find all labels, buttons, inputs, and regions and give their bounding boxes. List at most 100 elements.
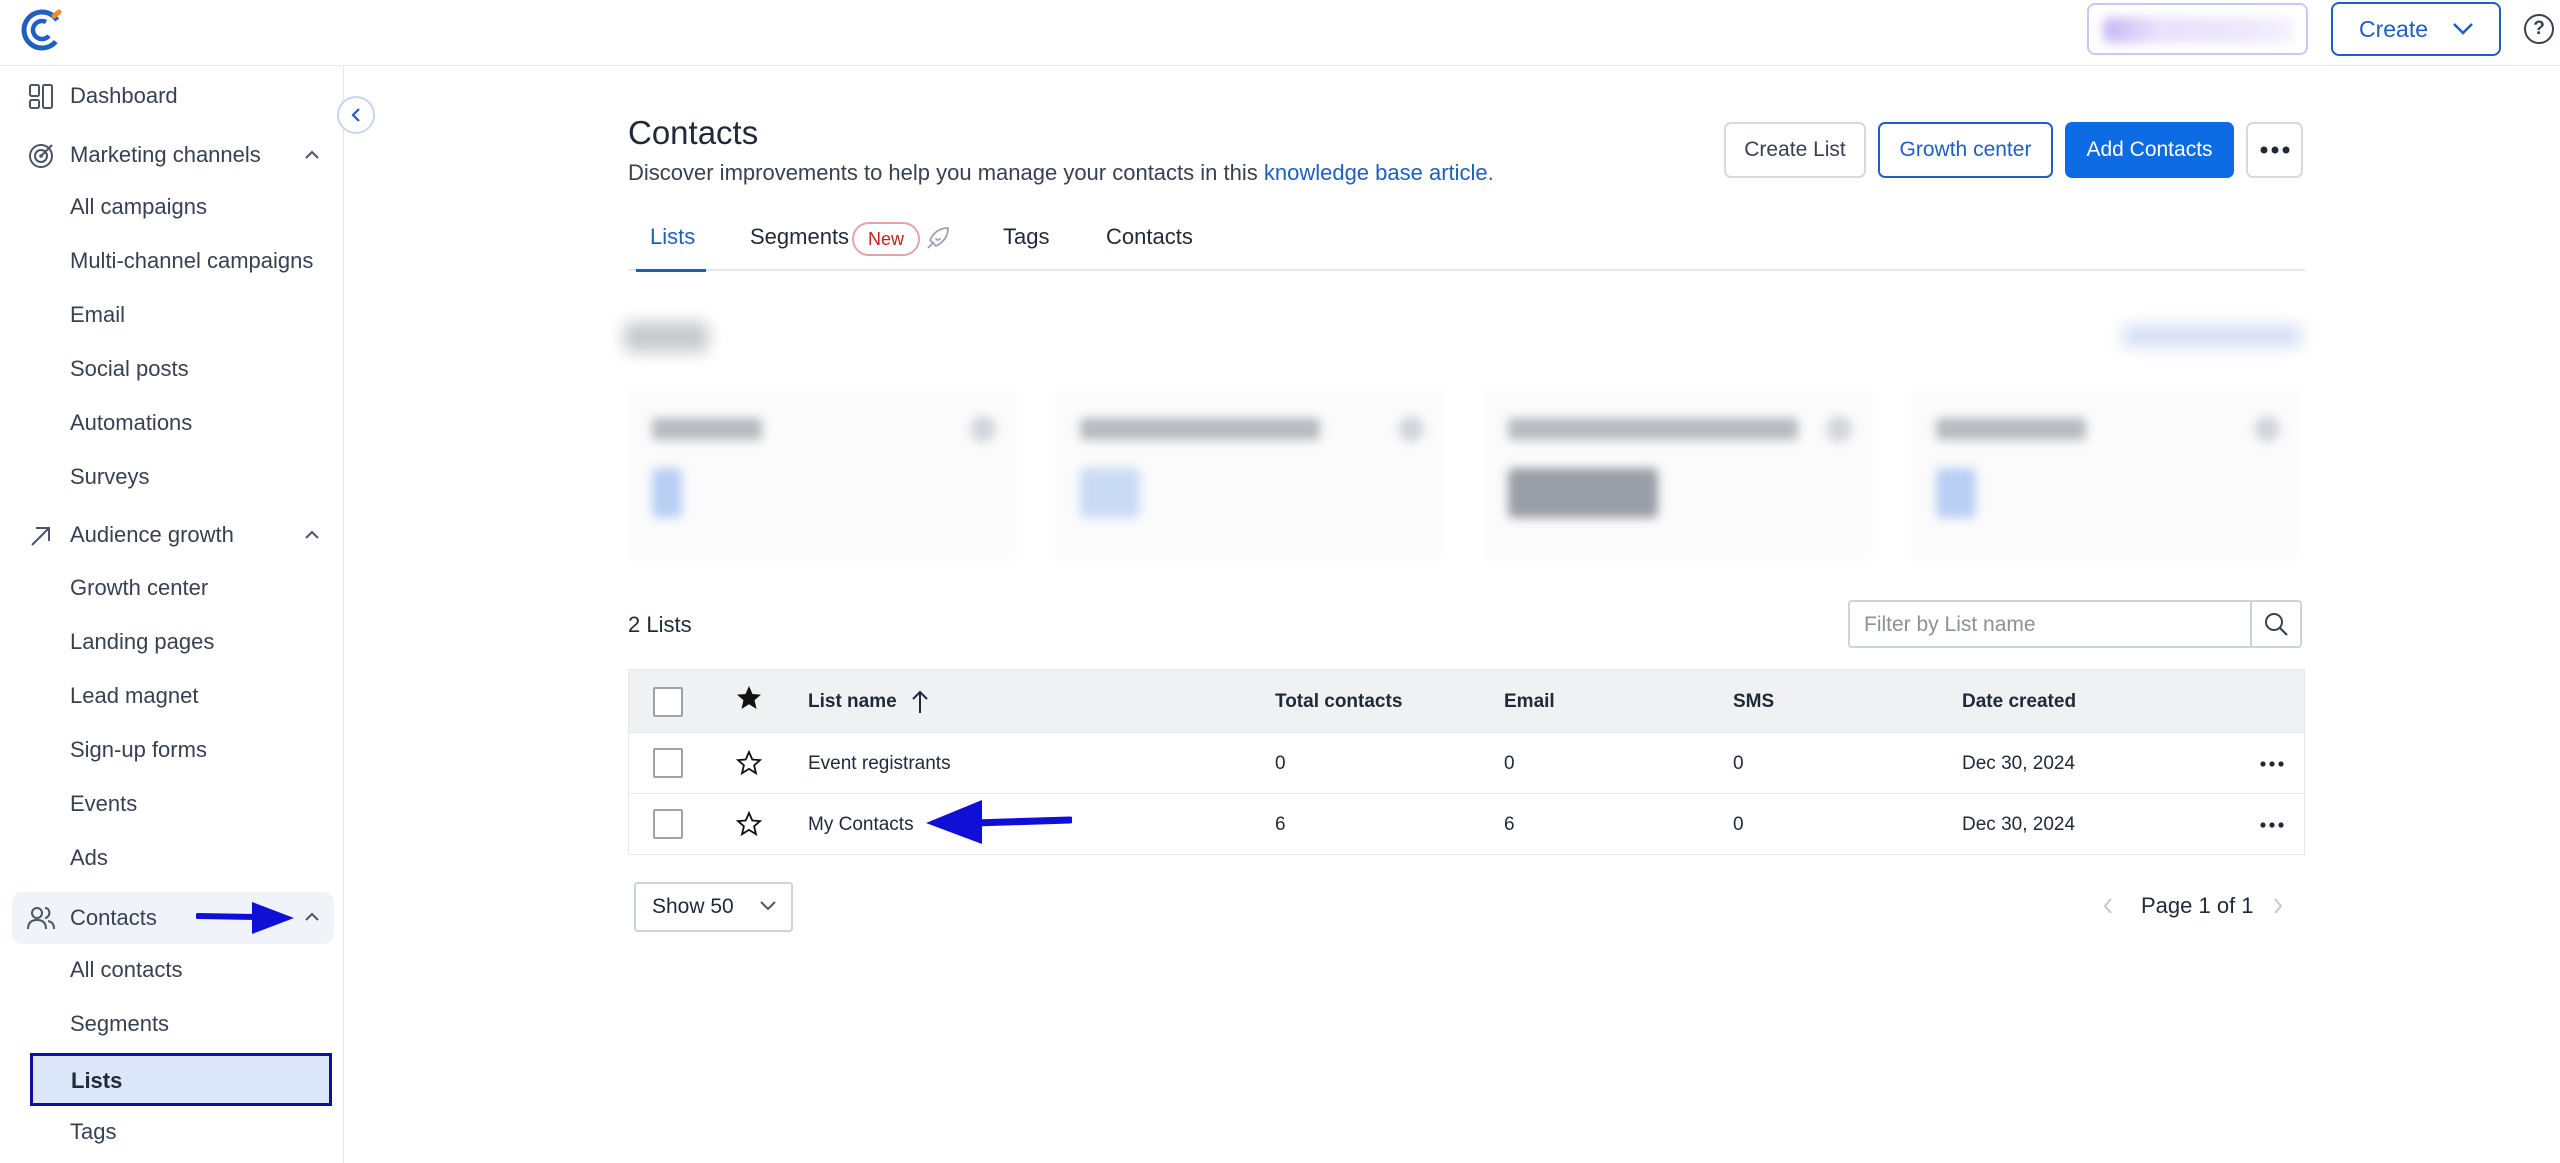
- people-icon: [27, 907, 55, 930]
- date-created-value: Dec 30, 2024: [1962, 753, 2076, 774]
- active-tab-indicator: [636, 269, 706, 272]
- email-value: 0: [1504, 753, 1515, 774]
- list-name-link[interactable]: My Contacts: [808, 814, 914, 836]
- star-outline-icon[interactable]: [735, 749, 763, 777]
- sms-value: 0: [1733, 753, 1744, 774]
- previous-page-icon[interactable]: [2100, 894, 2116, 918]
- help-icon[interactable]: ?: [2524, 14, 2554, 44]
- tab-lists[interactable]: Lists: [650, 224, 695, 271]
- more-horizontal-icon[interactable]: [2257, 810, 2287, 840]
- sidebar-item-surveys[interactable]: Surveys: [70, 464, 149, 490]
- more-horizontal-icon: [2260, 146, 2289, 154]
- sidebar-item-lead-magnet[interactable]: Lead magnet: [70, 683, 198, 709]
- page-subtitle-text: Discover improvements to help you manage…: [628, 160, 1264, 185]
- target-icon: [29, 144, 53, 168]
- column-header-total-contacts[interactable]: Total contacts: [1275, 691, 1402, 713]
- sidebar-item-sign-up-forms[interactable]: Sign-up forms: [70, 737, 207, 763]
- column-header-email[interactable]: Email: [1504, 691, 1555, 713]
- tab-segments[interactable]: Segments: [750, 224, 849, 271]
- sidebar-item-label: Contacts: [70, 905, 157, 930]
- sidebar-item-multi-channel-campaigns[interactable]: Multi-channel campaigns: [70, 248, 313, 274]
- sidebar-item-contacts[interactable]: Contacts: [12, 892, 334, 944]
- sidebar-item-tags[interactable]: Tags: [70, 1119, 116, 1145]
- list-name-link[interactable]: Event registrants: [808, 753, 951, 775]
- search-button[interactable]: [2250, 602, 2300, 646]
- stats-title-blurred: [624, 322, 708, 352]
- stats-link-blurred: [2122, 325, 2302, 347]
- sidebar-item-email[interactable]: Email: [70, 302, 125, 328]
- stat-card: [1484, 390, 1872, 560]
- sidebar: Dashboard Marketing channels All campaig…: [0, 66, 344, 1163]
- sidebar-item-label: Audience growth: [70, 522, 234, 547]
- sms-value: 0: [1733, 814, 1744, 835]
- sidebar-item-label: Marketing channels: [70, 142, 261, 167]
- list-name-filter: [1848, 600, 2302, 648]
- create-label: Create: [2359, 15, 2429, 42]
- total-contacts-value: 6: [1275, 814, 1286, 835]
- stat-card: [628, 390, 1016, 560]
- row-checkbox[interactable]: [653, 809, 683, 839]
- table-row[interactable]: My Contacts 6 6 0 Dec 30, 2024: [628, 794, 2305, 855]
- lists-table: List name Total contacts Email SMS Date …: [628, 669, 2305, 855]
- create-list-button[interactable]: Create List: [1724, 122, 1866, 178]
- sidebar-item-lists[interactable]: Lists: [30, 1053, 332, 1106]
- sidebar-item-growth-center[interactable]: Growth center: [70, 575, 208, 601]
- chevron-up-icon[interactable]: [302, 905, 322, 929]
- row-checkbox[interactable]: [653, 748, 683, 778]
- upgrade-button[interactable]: [2087, 3, 2308, 55]
- page-title: Contacts: [628, 114, 759, 151]
- sidebar-item-label: Dashboard: [70, 83, 178, 108]
- tab-contacts[interactable]: Contacts: [1106, 224, 1193, 271]
- arrow-up-right-icon: [31, 527, 50, 546]
- sidebar-item-automations[interactable]: Automations: [70, 410, 192, 436]
- sidebar-item-label: Lists: [71, 1068, 123, 1093]
- chevron-left-icon: [351, 108, 360, 122]
- page-size-select[interactable]: Show 50: [634, 882, 793, 932]
- search-icon: [2265, 613, 2288, 636]
- stat-card: [1912, 390, 2300, 560]
- select-all-checkbox[interactable]: [653, 687, 683, 717]
- tab-tags[interactable]: Tags: [1003, 224, 1049, 271]
- more-actions-button[interactable]: [2246, 122, 2303, 178]
- collapse-sidebar-button[interactable]: [337, 96, 375, 134]
- chevron-down-icon: [2453, 23, 2473, 35]
- knowledge-base-link[interactable]: knowledge base article.: [1264, 160, 1494, 185]
- column-header-list-name[interactable]: List name: [808, 691, 897, 713]
- sidebar-item-segments[interactable]: Segments: [70, 1011, 169, 1037]
- star-filled-icon[interactable]: [735, 684, 763, 712]
- create-button[interactable]: Create: [2331, 2, 2501, 56]
- page-subtitle: Discover improvements to help you manage…: [628, 160, 1494, 186]
- constant-contact-logo-icon[interactable]: [20, 8, 64, 52]
- sidebar-item-marketing-channels[interactable]: Marketing channels: [12, 130, 334, 180]
- lists-count: 2 Lists: [628, 612, 692, 637]
- sidebar-item-social-posts[interactable]: Social posts: [70, 356, 189, 382]
- sidebar-item-dashboard[interactable]: Dashboard: [12, 71, 334, 121]
- chevron-up-icon[interactable]: [302, 143, 322, 167]
- chevron-up-icon[interactable]: [302, 523, 322, 547]
- dashboard-icon: [29, 84, 53, 109]
- chevron-down-icon: [760, 901, 776, 911]
- more-horizontal-icon[interactable]: [2257, 749, 2287, 779]
- date-created-value: Dec 30, 2024: [1962, 814, 2076, 835]
- sidebar-item-all-contacts[interactable]: All contacts: [70, 957, 183, 983]
- sidebar-item-ads[interactable]: Ads: [70, 845, 108, 871]
- column-header-sms[interactable]: SMS: [1733, 691, 1774, 713]
- sidebar-item-all-campaigns[interactable]: All campaigns: [70, 194, 207, 220]
- filter-input[interactable]: [1864, 610, 2234, 640]
- total-contacts-value: 0: [1275, 753, 1286, 774]
- email-value: 6: [1504, 814, 1515, 835]
- top-bar: Create ?: [0, 0, 2560, 66]
- star-outline-icon[interactable]: [735, 810, 763, 838]
- sidebar-item-audience-growth[interactable]: Audience growth: [12, 510, 334, 560]
- page-indicator: Page 1 of 1: [2141, 893, 2254, 918]
- sidebar-item-landing-pages[interactable]: Landing pages: [70, 629, 214, 655]
- sidebar-item-events[interactable]: Events: [70, 791, 137, 817]
- column-header-date-created[interactable]: Date created: [1962, 691, 2076, 713]
- sort-ascending-icon[interactable]: [909, 689, 931, 715]
- table-row[interactable]: Event registrants 0 0 0 Dec 30, 2024: [628, 733, 2305, 794]
- next-page-icon[interactable]: [2270, 894, 2286, 918]
- stat-card: [1056, 390, 1444, 560]
- growth-center-button[interactable]: Growth center: [1878, 122, 2053, 178]
- page-size-label: Show 50: [652, 895, 734, 918]
- add-contacts-button[interactable]: Add Contacts: [2065, 122, 2234, 178]
